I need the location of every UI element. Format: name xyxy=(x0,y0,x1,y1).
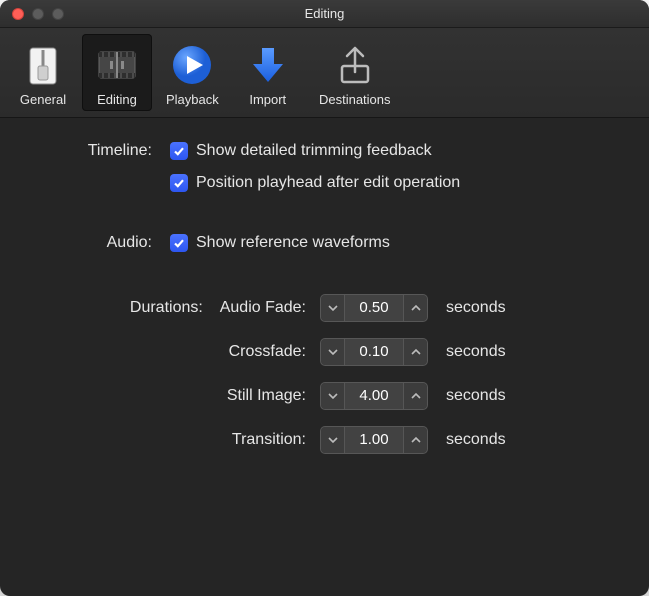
timeline-row-2: Position playhead after edit operation xyxy=(30,174,619,192)
toolbar-label-import: Import xyxy=(249,92,286,107)
playback-icon xyxy=(169,42,215,88)
chevron-down-icon xyxy=(328,391,338,401)
chevron-up-icon xyxy=(411,347,421,357)
toolbar-tab-import[interactable]: Import xyxy=(233,34,303,111)
timeline-label: Timeline: xyxy=(30,142,170,160)
unit-seconds: seconds xyxy=(446,343,506,361)
still-image-increment[interactable] xyxy=(403,383,427,409)
preferences-window: Editing General xyxy=(0,0,649,596)
checkmark-icon xyxy=(173,145,185,157)
audio-fade-label: Audio Fade: xyxy=(220,299,306,316)
transition-value[interactable]: 1.00 xyxy=(345,427,403,453)
still-image-decrement[interactable] xyxy=(321,383,345,409)
window-title: Editing xyxy=(0,6,649,21)
still-image-label: Still Image: xyxy=(30,387,320,405)
unit-seconds: seconds xyxy=(446,299,506,317)
destinations-icon xyxy=(332,42,378,88)
chevron-up-icon xyxy=(411,391,421,401)
label-position-playhead: Position playhead after edit operation xyxy=(196,174,460,192)
toolbar-tab-destinations[interactable]: Destinations xyxy=(307,34,403,111)
label-show-waveforms: Show reference waveforms xyxy=(196,234,390,252)
chevron-up-icon xyxy=(411,303,421,313)
transition-label: Transition: xyxy=(30,431,320,449)
preferences-toolbar: General Editing xyxy=(0,28,649,118)
toolbar-tab-editing[interactable]: Editing xyxy=(82,34,152,111)
crossfade-label: Crossfade: xyxy=(30,343,320,361)
checkbox-show-trimming[interactable] xyxy=(170,142,188,160)
audio-row: Audio: Show reference waveforms xyxy=(30,234,619,252)
duration-transition: Transition: 1.00 seconds xyxy=(30,426,619,454)
crossfade-stepper[interactable]: 0.10 xyxy=(320,338,428,366)
audio-fade-decrement[interactable] xyxy=(321,295,345,321)
import-icon xyxy=(245,42,291,88)
duration-still-image: Still Image: 4.00 seconds xyxy=(30,382,619,410)
toolbar-tab-playback[interactable]: Playback xyxy=(156,34,229,111)
toolbar-label-general: General xyxy=(20,92,66,107)
timeline-row-1: Timeline: Show detailed trimming feedbac… xyxy=(30,142,619,160)
still-image-stepper[interactable]: 4.00 xyxy=(320,382,428,410)
audio-fade-stepper[interactable]: 0.50 xyxy=(320,294,428,322)
chevron-down-icon xyxy=(328,303,338,313)
durations-label: Durations: xyxy=(130,299,203,316)
duration-audio-fade: Durations: Audio Fade: 0.50 seconds xyxy=(30,294,619,322)
chevron-up-icon xyxy=(411,435,421,445)
crossfade-decrement[interactable] xyxy=(321,339,345,365)
duration-crossfade: Crossfade: 0.10 seconds xyxy=(30,338,619,366)
transition-stepper[interactable]: 1.00 xyxy=(320,426,428,454)
still-image-value[interactable]: 4.00 xyxy=(345,383,403,409)
checkbox-position-playhead[interactable] xyxy=(170,174,188,192)
checkmark-icon xyxy=(173,237,185,249)
editing-pane: Timeline: Show detailed trimming feedbac… xyxy=(0,118,649,454)
crossfade-value[interactable]: 0.10 xyxy=(345,339,403,365)
titlebar: Editing xyxy=(0,0,649,28)
crossfade-increment[interactable] xyxy=(403,339,427,365)
audio-fade-increment[interactable] xyxy=(403,295,427,321)
toolbar-label-editing: Editing xyxy=(97,92,137,107)
unit-seconds: seconds xyxy=(446,387,506,405)
chevron-down-icon xyxy=(328,435,338,445)
general-icon xyxy=(20,42,66,88)
toolbar-label-playback: Playback xyxy=(166,92,219,107)
editing-icon xyxy=(94,42,140,88)
label-show-trimming: Show detailed trimming feedback xyxy=(196,142,432,160)
transition-decrement[interactable] xyxy=(321,427,345,453)
checkmark-icon xyxy=(173,177,185,189)
unit-seconds: seconds xyxy=(446,431,506,449)
transition-increment[interactable] xyxy=(403,427,427,453)
audio-fade-value[interactable]: 0.50 xyxy=(345,295,403,321)
chevron-down-icon xyxy=(328,347,338,357)
toolbar-label-destinations: Destinations xyxy=(319,92,391,107)
toolbar-tab-general[interactable]: General xyxy=(8,34,78,111)
audio-label: Audio: xyxy=(30,234,170,252)
checkbox-show-waveforms[interactable] xyxy=(170,234,188,252)
